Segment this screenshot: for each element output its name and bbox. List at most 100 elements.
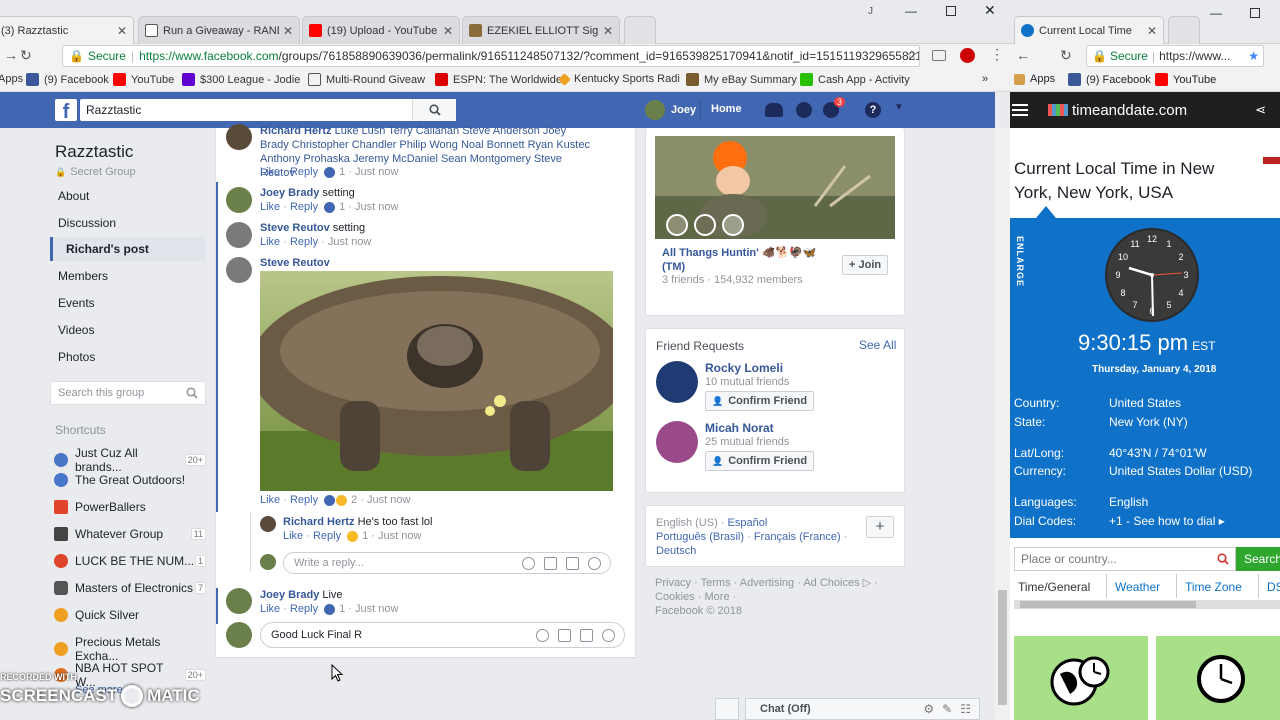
messenger-icon[interactable] [796, 102, 812, 118]
gear-icon[interactable]: ⚙ [923, 702, 934, 716]
fb-search-field[interactable]: Razztastic [80, 99, 456, 121]
bookmark-facebook[interactable]: (9) Facebook [1068, 73, 1151, 86]
search-icon[interactable] [186, 387, 198, 399]
footer-links[interactable]: Cookies · More · [655, 590, 895, 604]
minimize-icon[interactable]: — [905, 4, 917, 18]
reply-button[interactable]: Reply [290, 494, 318, 506]
comment-author[interactable]: Joey Brady [260, 589, 319, 601]
comment-author[interactable]: Joey Brady [260, 187, 319, 199]
compose-icon[interactable]: ✎ [942, 702, 952, 716]
sticker-icon[interactable] [588, 556, 601, 570]
requester-name[interactable]: Rocky Lomeli [705, 361, 783, 375]
chat-tab-icon[interactable] [715, 698, 739, 720]
profile-link[interactable]: Joey [645, 100, 696, 120]
like-button[interactable]: Like [260, 236, 280, 248]
help-icon[interactable]: ? [865, 102, 881, 118]
comment-author[interactable]: Steve Reutov [260, 222, 330, 234]
like-button[interactable]: Like [260, 166, 280, 178]
tab-giveaway[interactable]: Run a Giveaway - RANDO ✕ [138, 16, 300, 44]
star-icon[interactable]: ☆ [906, 47, 918, 63]
like-button[interactable]: Like [260, 201, 280, 213]
maximize-icon[interactable] [1250, 8, 1260, 18]
camera-icon[interactable] [932, 50, 946, 61]
confirm-friend-button[interactable]: 👤 Confirm Friend [705, 391, 815, 411]
shortcut-item[interactable]: Masters of Electronics 7 [54, 581, 206, 595]
close-icon[interactable]: ✕ [283, 24, 293, 38]
minimize-icon[interactable]: — [1210, 6, 1222, 20]
search-icon[interactable] [412, 99, 456, 121]
like-button[interactable]: Like [283, 530, 303, 542]
url-field[interactable]: 🔒 Secure | https://www... ★ [1086, 45, 1264, 67]
reply-button[interactable]: Reply [290, 201, 318, 213]
close-icon[interactable]: ✕ [443, 24, 453, 38]
star-icon[interactable]: ★ [1248, 49, 1259, 63]
like-button[interactable]: Like [260, 603, 280, 615]
reply-button[interactable]: Reply [290, 166, 318, 178]
shortcut-item[interactable]: Whatever Group 11 [54, 527, 206, 541]
join-group-button[interactable]: + Join [842, 255, 889, 275]
reply-button[interactable]: Reply [290, 603, 318, 615]
horizontal-scrollbar-thumb[interactable] [1020, 601, 1196, 608]
confirm-friend-button[interactable]: 👤 Confirm Friend [705, 451, 815, 471]
reload-icon[interactable]: ↻ [1060, 47, 1072, 64]
mutual-friends[interactable]: 25 mutual friends [705, 436, 789, 448]
tab-timeanddate[interactable]: Current Local Time ✕ [1014, 16, 1164, 44]
gif-icon[interactable] [580, 628, 593, 642]
group-search-field[interactable]: Search this group [50, 381, 206, 405]
avatar[interactable] [226, 257, 252, 283]
requester-name[interactable]: Micah Norat [705, 421, 774, 435]
suggested-group-name[interactable]: All Thangs Huntin' 🐗🐕🦃🦋 (TM) [662, 246, 822, 274]
avatar[interactable] [656, 421, 698, 463]
shortcut-item[interactable]: LUCK BE THE NUM... 1 [54, 554, 206, 568]
gif-icon[interactable] [566, 556, 579, 570]
search-button[interactable]: Search [1236, 547, 1280, 571]
add-language-button[interactable]: + [866, 516, 894, 538]
bookmark-youtube[interactable]: YouTube [113, 73, 174, 86]
suggested-group-image[interactable] [655, 136, 895, 239]
enlarge-button[interactable]: ENLARGE [1015, 236, 1025, 287]
share-icon[interactable]: ⋖ [1255, 102, 1266, 118]
language-link[interactable]: Español [728, 517, 768, 529]
nav-photos[interactable]: Photos [58, 350, 95, 364]
close-icon[interactable]: ✕ [117, 24, 127, 38]
tab-razztastic[interactable]: (3) Razztastic ✕ [0, 16, 134, 44]
bookmark-espn[interactable]: ESPN: The Worldwide [435, 73, 562, 86]
back-icon[interactable]: ← [1016, 47, 1030, 63]
language-link[interactable]: Français (France) [754, 531, 841, 543]
tab-weather[interactable]: Weather [1115, 580, 1160, 594]
close-window-icon[interactable]: ✕ [984, 2, 996, 19]
comment-input[interactable]: Good Luck Final R [260, 622, 625, 648]
hamburger-menu-icon[interactable] [1012, 101, 1028, 119]
bookmark-youtube[interactable]: YouTube [1155, 73, 1216, 86]
tab-time-general[interactable]: Time/General [1018, 580, 1090, 594]
sticker-icon[interactable] [602, 628, 615, 642]
tab-ezekiel[interactable]: EZEKIEL ELLIOTT Signed ✕ [462, 16, 620, 44]
nav-members[interactable]: Members [58, 269, 108, 283]
new-tab-button[interactable] [624, 16, 656, 44]
bookmark-ebay[interactable]: My eBay Summary [686, 73, 797, 86]
nav-events[interactable]: Events [58, 296, 95, 310]
language-link[interactable]: Português (Brasil) [656, 531, 744, 543]
adblock-icon[interactable] [960, 48, 975, 63]
avatar[interactable] [226, 187, 252, 213]
new-tab-button[interactable] [1168, 16, 1200, 44]
close-icon[interactable]: ✕ [1147, 24, 1157, 38]
bookmark-multi-round[interactable]: Multi-Round Giveaw [308, 73, 425, 86]
tab-youtube[interactable]: (19) Upload - YouTube ✕ [302, 16, 460, 44]
nav-videos[interactable]: Videos [58, 323, 94, 337]
site-name[interactable]: timeanddate.com [1072, 102, 1187, 119]
profile-icon[interactable]: J [868, 6, 873, 17]
tab-dst[interactable]: DST [1267, 580, 1280, 594]
camera-icon[interactable] [558, 628, 571, 642]
avatar[interactable] [226, 222, 252, 248]
chat-bar[interactable]: Chat (Off) ⚙ ✎ ☷ [745, 698, 980, 720]
reply-button[interactable]: Reply [313, 530, 341, 542]
like-button[interactable]: Like [260, 494, 280, 506]
nav-richards-post[interactable]: Richard's post [66, 242, 149, 256]
nav-about[interactable]: About [58, 189, 89, 203]
nav-discussion[interactable]: Discussion [58, 216, 116, 230]
maximize-icon[interactable] [946, 6, 956, 16]
shortcut-item[interactable]: Quick Silver [54, 608, 206, 622]
bookmark-facebook[interactable]: (9) Facebook [26, 73, 109, 86]
facebook-logo-icon[interactable]: f [55, 99, 77, 123]
